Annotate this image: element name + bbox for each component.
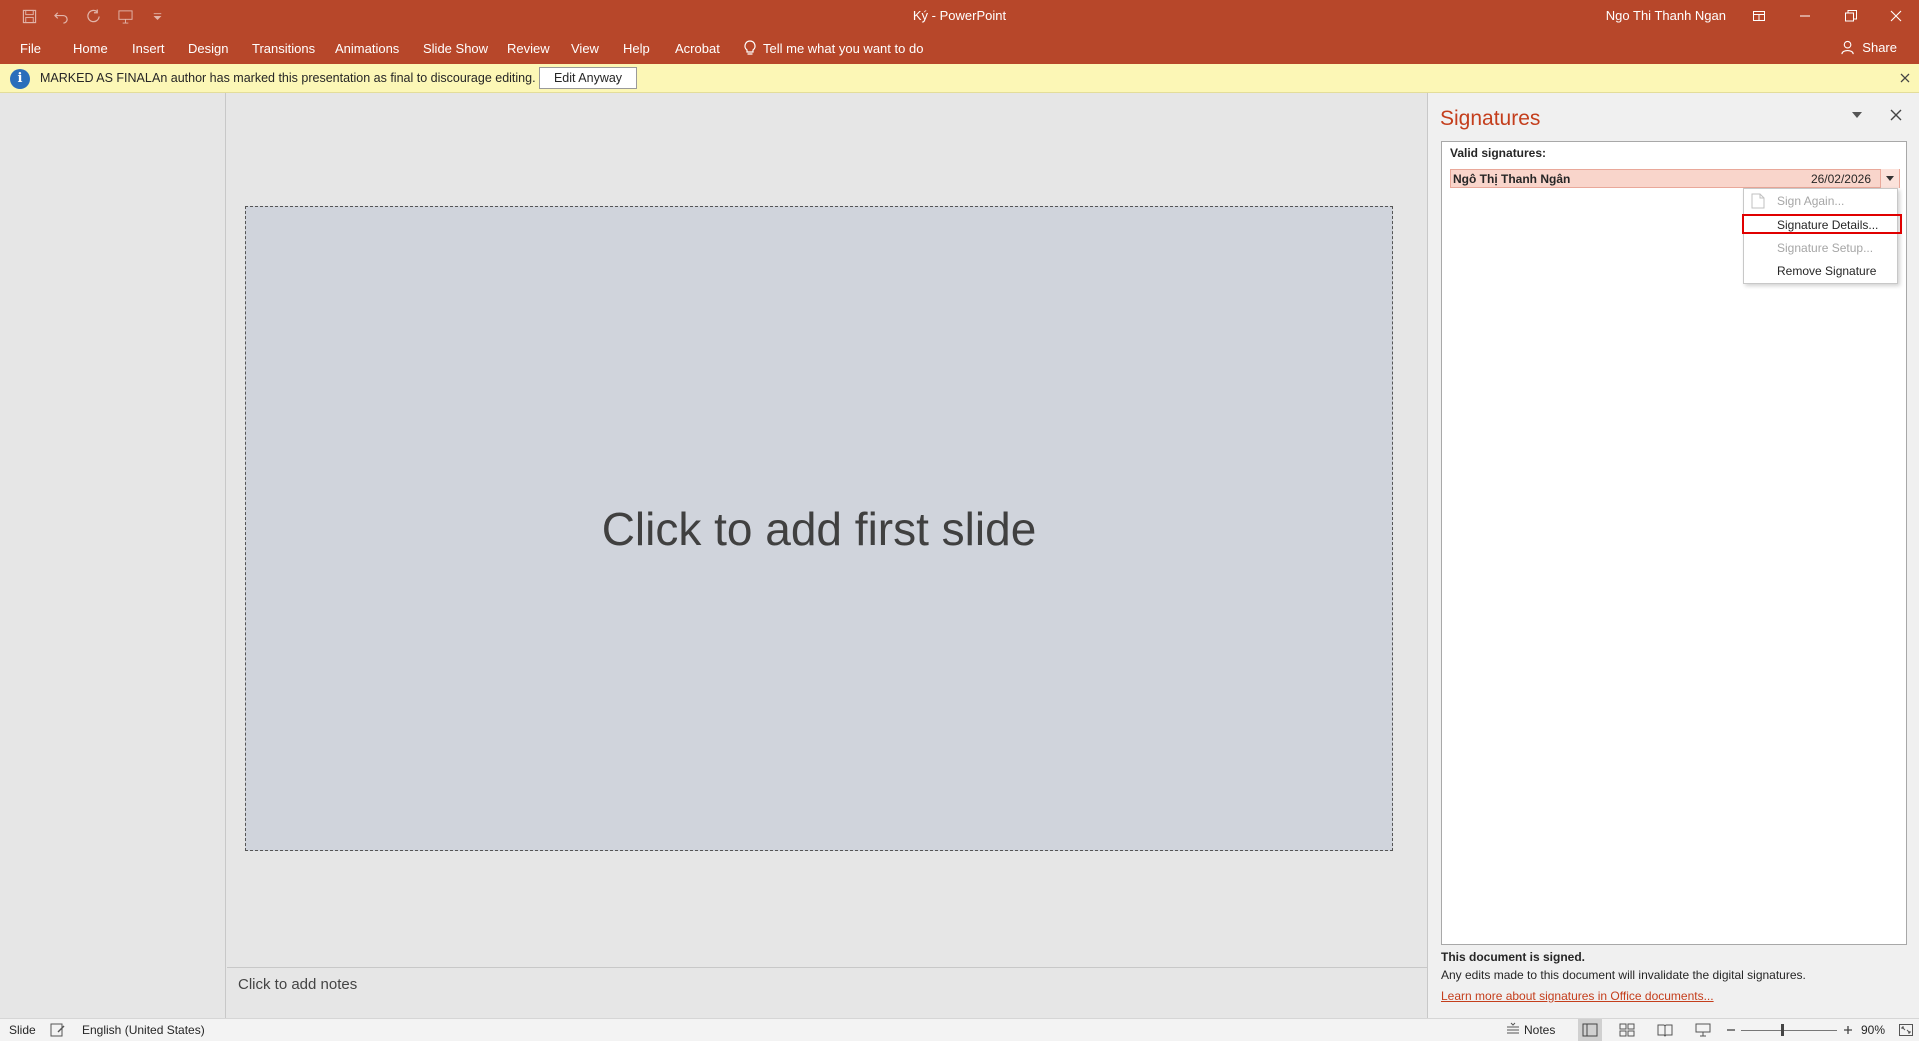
signatures-title: Signatures xyxy=(1440,107,1541,130)
notes-toggle[interactable]: Notes xyxy=(1524,1023,1555,1037)
signature-date: 26/02/2026 xyxy=(1810,172,1871,186)
language-indicator[interactable]: English (United States) xyxy=(82,1023,205,1037)
tab-home[interactable]: Home xyxy=(73,41,108,56)
spelling-icon[interactable] xyxy=(50,1022,66,1038)
zoom-slider[interactable] xyxy=(1741,1030,1837,1031)
edit-anyway-button[interactable]: Edit Anyway xyxy=(539,67,637,89)
slide-show-icon[interactable] xyxy=(1695,1022,1711,1038)
zoom-out-icon[interactable] xyxy=(1723,1022,1739,1038)
marked-as-final-bar: i MARKED AS FINAL An author has marked t… xyxy=(0,64,1919,93)
tell-me-text: Tell me what you want to do xyxy=(763,40,924,56)
highlight-box xyxy=(1742,214,1902,234)
normal-view-icon[interactable] xyxy=(1582,1022,1598,1038)
status-bar: Slide English (United States) Notes 90% xyxy=(0,1018,1919,1041)
notes-icon xyxy=(1507,1022,1519,1034)
tab-slide-show[interactable]: Slide Show xyxy=(423,41,488,56)
share-button[interactable]: Share xyxy=(1841,40,1897,55)
pane-options-icon[interactable] xyxy=(1851,110,1863,120)
tab-review[interactable]: Review xyxy=(507,41,550,56)
ribbon-display-icon[interactable] xyxy=(1736,0,1782,32)
valid-signatures-heading: Valid signatures: xyxy=(1450,146,1547,160)
tab-help[interactable]: Help xyxy=(623,41,650,56)
zoom-in-icon[interactable] xyxy=(1840,1022,1856,1038)
zoom-slider-thumb[interactable] xyxy=(1781,1024,1784,1036)
tab-acrobat[interactable]: Acrobat xyxy=(675,41,720,56)
slide-thumbnails-pane[interactable] xyxy=(0,93,226,1018)
signed-warning: Any edits made to this document will inv… xyxy=(1441,968,1806,982)
title-bar: Ký - PowerPoint Ngo Thi Thanh Ngan xyxy=(0,0,1919,32)
close-pane-icon[interactable] xyxy=(1889,108,1903,122)
tab-animations[interactable]: Animations xyxy=(335,41,399,56)
tab-transitions[interactable]: Transitions xyxy=(252,41,315,56)
ribbon-tabs: File Home Insert Design Transitions Anim… xyxy=(0,32,1919,64)
tab-insert[interactable]: Insert xyxy=(132,41,165,56)
signature-dropdown-button[interactable] xyxy=(1880,169,1899,188)
fit-to-window-icon[interactable] xyxy=(1898,1022,1914,1038)
learn-more-link[interactable]: Learn more about signatures in Office do… xyxy=(1441,989,1714,1003)
slide-sorter-icon[interactable] xyxy=(1619,1022,1635,1038)
tab-file[interactable]: File xyxy=(20,41,41,56)
signature-context-menu: Sign Again... Signature Details... Signa… xyxy=(1742,188,1902,284)
close-window-icon[interactable] xyxy=(1873,0,1919,32)
reading-view-icon[interactable] xyxy=(1657,1022,1673,1038)
menu-signature-setup: Signature Setup... xyxy=(1777,241,1874,255)
menu-remove-signature[interactable]: Remove Signature xyxy=(1777,264,1876,278)
person-icon xyxy=(1841,40,1855,55)
info-icon: i xyxy=(10,69,30,89)
notes-pane[interactable]: Click to add notes xyxy=(227,967,1427,1018)
share-label: Share xyxy=(1862,40,1897,55)
message-label: MARKED AS FINAL xyxy=(40,71,152,85)
tab-design[interactable]: Design xyxy=(188,41,228,56)
tell-me-box[interactable]: Tell me what you want to do xyxy=(743,40,923,56)
message-text: An author has marked this presentation a… xyxy=(152,71,536,85)
notes-placeholder: Click to add notes xyxy=(238,976,358,993)
document-sign-icon xyxy=(1751,193,1765,209)
menu-sign-again: Sign Again... xyxy=(1777,194,1845,208)
add-first-slide-placeholder[interactable]: Click to add first slide xyxy=(245,206,1393,851)
close-message-icon[interactable] xyxy=(1897,70,1913,86)
minimize-icon[interactable] xyxy=(1782,0,1828,32)
signed-status: This document is signed. xyxy=(1441,950,1586,964)
slide-indicator: Slide xyxy=(9,1023,36,1037)
restore-icon[interactable] xyxy=(1828,0,1874,32)
tab-view[interactable]: View xyxy=(571,41,599,56)
account-name[interactable]: Ngo Thi Thanh Ngan xyxy=(1606,8,1726,23)
signature-row[interactable]: Ngô Thị Thanh Ngân 26/02/2026 xyxy=(1450,169,1900,188)
lightbulb-icon xyxy=(744,40,756,55)
chevron-down-icon xyxy=(1886,175,1894,181)
zoom-level[interactable]: 90% xyxy=(1861,1023,1885,1037)
signer-name: Ngô Thị Thanh Ngân xyxy=(1453,172,1571,186)
add-first-slide-text: Click to add first slide xyxy=(601,502,1037,555)
